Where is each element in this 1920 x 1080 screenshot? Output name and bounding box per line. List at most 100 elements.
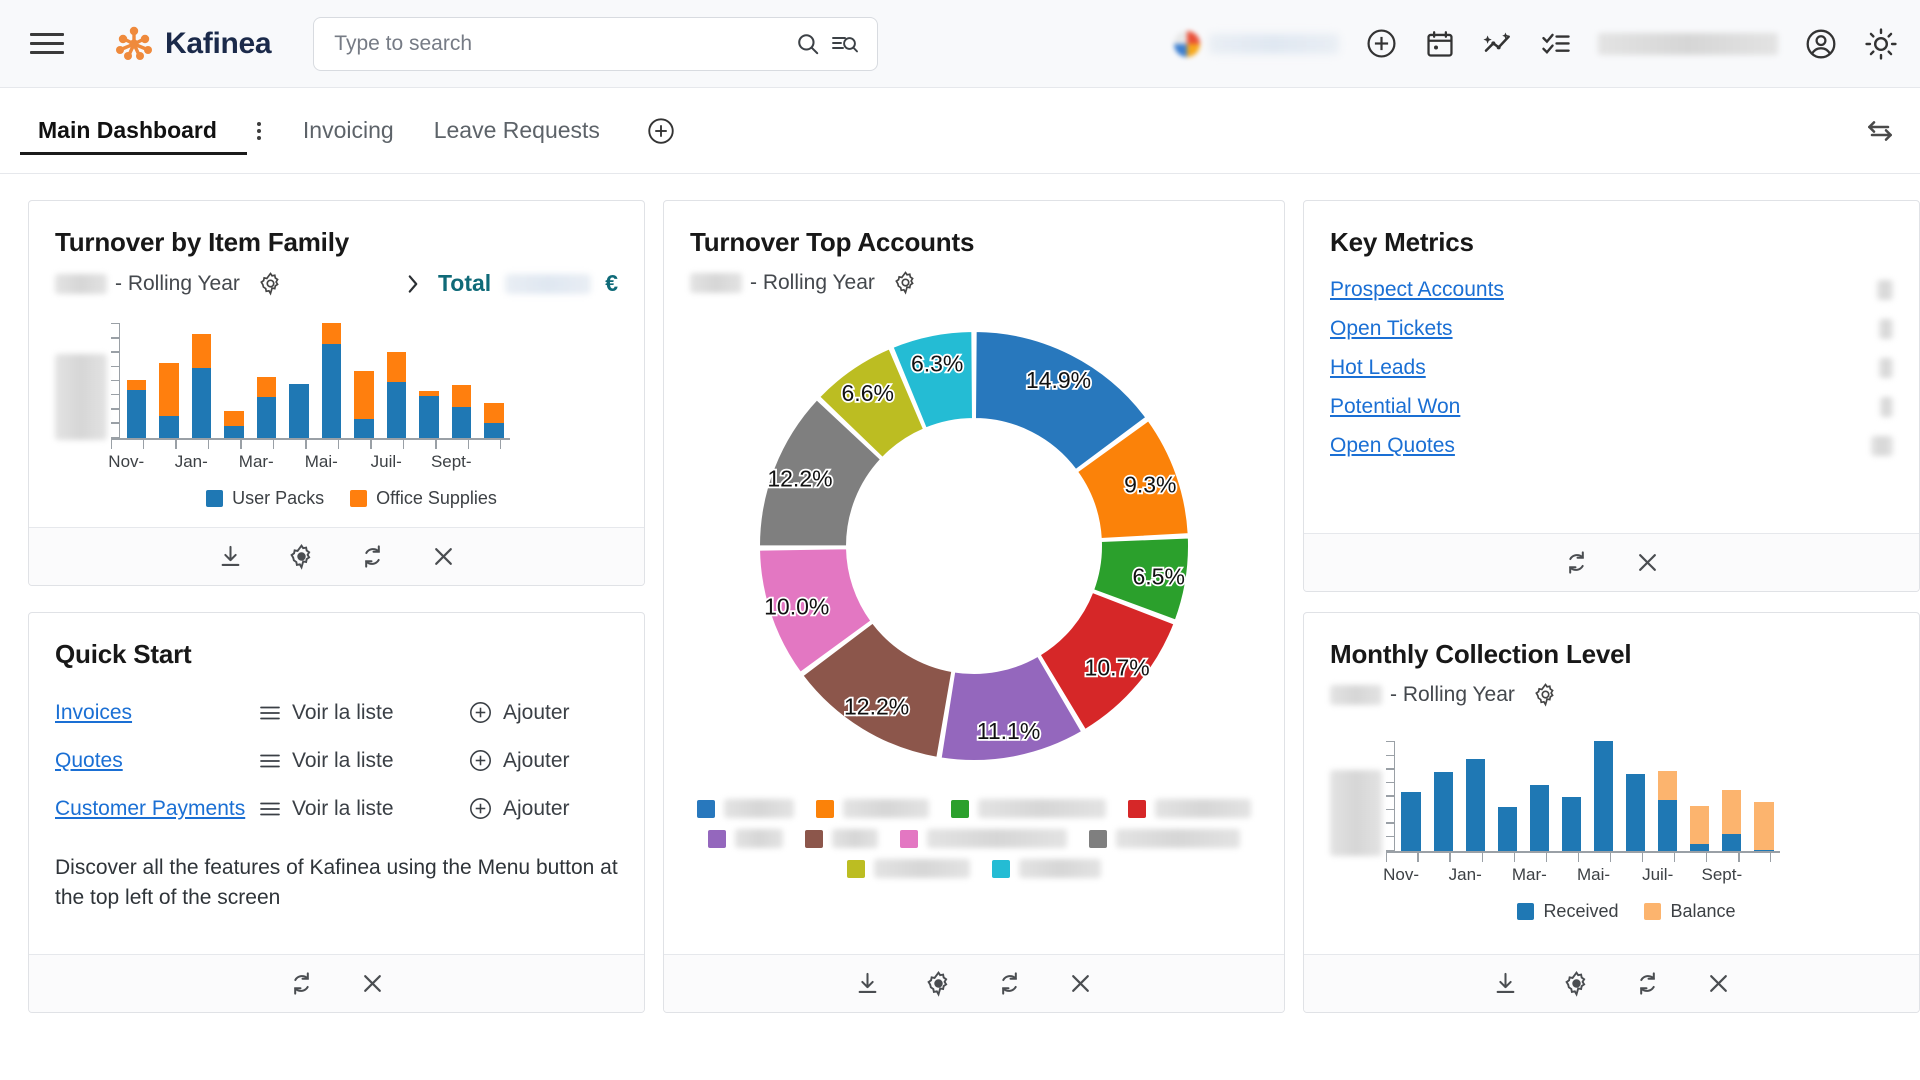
- add-action[interactable]: Ajouter: [468, 748, 618, 773]
- legend-item[interactable]: [847, 859, 970, 878]
- x-axis-labels: Nov- Jan- Mar- Mai- Juil- Sept-: [108, 452, 510, 472]
- tab-leave-requests[interactable]: Leave Requests: [434, 88, 600, 173]
- key-metric-link[interactable]: Open Tickets: [1330, 317, 1453, 341]
- bar-group[interactable]: [153, 323, 186, 438]
- legend-item[interactable]: Balance: [1644, 901, 1736, 922]
- legend-item[interactable]: [805, 829, 878, 848]
- view-list-action[interactable]: Voir la liste: [258, 701, 468, 725]
- bar-group[interactable]: [120, 323, 153, 438]
- period-label: - Rolling Year: [750, 270, 875, 294]
- gear-icon[interactable]: [258, 271, 283, 296]
- advanced-search-icon[interactable]: [831, 31, 859, 57]
- bar-group[interactable]: [1620, 741, 1652, 851]
- gear-icon[interactable]: [1563, 970, 1590, 997]
- add-tab-icon[interactable]: [646, 116, 676, 146]
- add-circle-icon[interactable]: [1365, 27, 1398, 60]
- gear-icon[interactable]: [893, 270, 918, 295]
- gear-icon[interactable]: [1533, 682, 1558, 707]
- bar-segment: [1658, 799, 1678, 851]
- legend-item[interactable]: Office Supplies: [350, 488, 497, 509]
- swap-layout-icon[interactable]: [1864, 115, 1896, 147]
- bar-group[interactable]: [1684, 741, 1716, 851]
- tab-invoicing[interactable]: Invoicing: [303, 88, 394, 173]
- legend-item[interactable]: Received: [1517, 901, 1618, 922]
- quick-start-link[interactable]: Invoices: [55, 701, 132, 725]
- legend-item[interactable]: [816, 799, 929, 818]
- gear-icon[interactable]: [925, 970, 952, 997]
- tab-main-dashboard[interactable]: Main Dashboard: [20, 88, 247, 173]
- legend-item[interactable]: [900, 829, 1067, 848]
- account-circle-icon[interactable]: [1804, 27, 1838, 61]
- bar-group[interactable]: [1395, 741, 1427, 851]
- partner-label: [1209, 33, 1339, 54]
- key-metric-link[interactable]: Prospect Accounts: [1330, 278, 1504, 302]
- search-input[interactable]: [334, 31, 786, 56]
- analytics-icon[interactable]: [1482, 28, 1514, 60]
- bar-group[interactable]: [1523, 741, 1555, 851]
- bar-group[interactable]: [1652, 741, 1684, 851]
- close-icon[interactable]: [1634, 549, 1661, 576]
- tab-options-icon[interactable]: [256, 121, 261, 140]
- key-metric-link[interactable]: Potential Won: [1330, 395, 1460, 419]
- legend-item[interactable]: [992, 859, 1101, 878]
- refresh-icon[interactable]: [1634, 970, 1661, 997]
- bar-group[interactable]: [380, 323, 413, 438]
- bar-group[interactable]: [478, 323, 511, 438]
- download-icon[interactable]: [1492, 970, 1519, 997]
- close-icon[interactable]: [430, 543, 457, 570]
- search-box[interactable]: [313, 16, 879, 71]
- bar-group[interactable]: [1427, 741, 1459, 851]
- legend-item[interactable]: [1128, 799, 1251, 818]
- quick-start-link[interactable]: Customer Payments: [55, 797, 245, 821]
- close-icon[interactable]: [359, 970, 386, 997]
- legend-item[interactable]: [1089, 829, 1240, 848]
- x-tick: [452, 439, 485, 449]
- hamburger-icon[interactable]: [30, 27, 64, 61]
- bar-segment: [1722, 833, 1742, 851]
- add-action[interactable]: Ajouter: [468, 796, 618, 821]
- checklist-icon[interactable]: [1540, 28, 1572, 60]
- bar-group[interactable]: [413, 323, 446, 438]
- bar-group[interactable]: [1716, 741, 1748, 851]
- download-icon[interactable]: [217, 543, 244, 570]
- download-icon[interactable]: [854, 970, 881, 997]
- legend-item[interactable]: User Packs: [206, 488, 324, 509]
- refresh-icon[interactable]: [288, 970, 315, 997]
- legend-item[interactable]: [697, 799, 794, 818]
- x-axis-ticks: [1386, 852, 1780, 862]
- key-metric-link[interactable]: Open Quotes: [1330, 434, 1455, 458]
- refresh-icon[interactable]: [359, 543, 386, 570]
- close-icon[interactable]: [1067, 970, 1094, 997]
- brand-logo[interactable]: Kafinea: [114, 24, 272, 64]
- bar-group[interactable]: [1491, 741, 1523, 851]
- bar-group[interactable]: [1587, 741, 1619, 851]
- bar-group[interactable]: [185, 323, 218, 438]
- bar-group[interactable]: [315, 323, 348, 438]
- x-tick: [1498, 852, 1530, 862]
- partner-badge[interactable]: [1174, 30, 1339, 57]
- bar-group[interactable]: [348, 323, 381, 438]
- chevron-right-icon[interactable]: [402, 271, 424, 297]
- quick-start-link[interactable]: Quotes: [55, 749, 123, 773]
- bar-group[interactable]: [250, 323, 283, 438]
- bar-group[interactable]: [1748, 741, 1780, 851]
- view-list-label: Voir la liste: [292, 748, 394, 772]
- legend-item[interactable]: [951, 799, 1106, 818]
- view-list-action[interactable]: Voir la liste: [258, 749, 468, 773]
- bar-group[interactable]: [445, 323, 478, 438]
- bar-group[interactable]: [218, 323, 251, 438]
- calendar-icon[interactable]: [1424, 28, 1456, 60]
- add-action[interactable]: Ajouter: [468, 700, 618, 725]
- bar-group[interactable]: [283, 323, 316, 438]
- view-list-action[interactable]: Voir la liste: [258, 797, 468, 821]
- bar-group[interactable]: [1555, 741, 1587, 851]
- search-icon[interactable]: [795, 31, 821, 57]
- close-icon[interactable]: [1705, 970, 1732, 997]
- gear-icon[interactable]: [288, 543, 315, 570]
- sun-icon[interactable]: [1864, 27, 1898, 61]
- refresh-icon[interactable]: [1563, 549, 1590, 576]
- legend-item[interactable]: [708, 829, 783, 848]
- refresh-icon[interactable]: [996, 970, 1023, 997]
- key-metric-link[interactable]: Hot Leads: [1330, 356, 1426, 380]
- bar-group[interactable]: [1459, 741, 1491, 851]
